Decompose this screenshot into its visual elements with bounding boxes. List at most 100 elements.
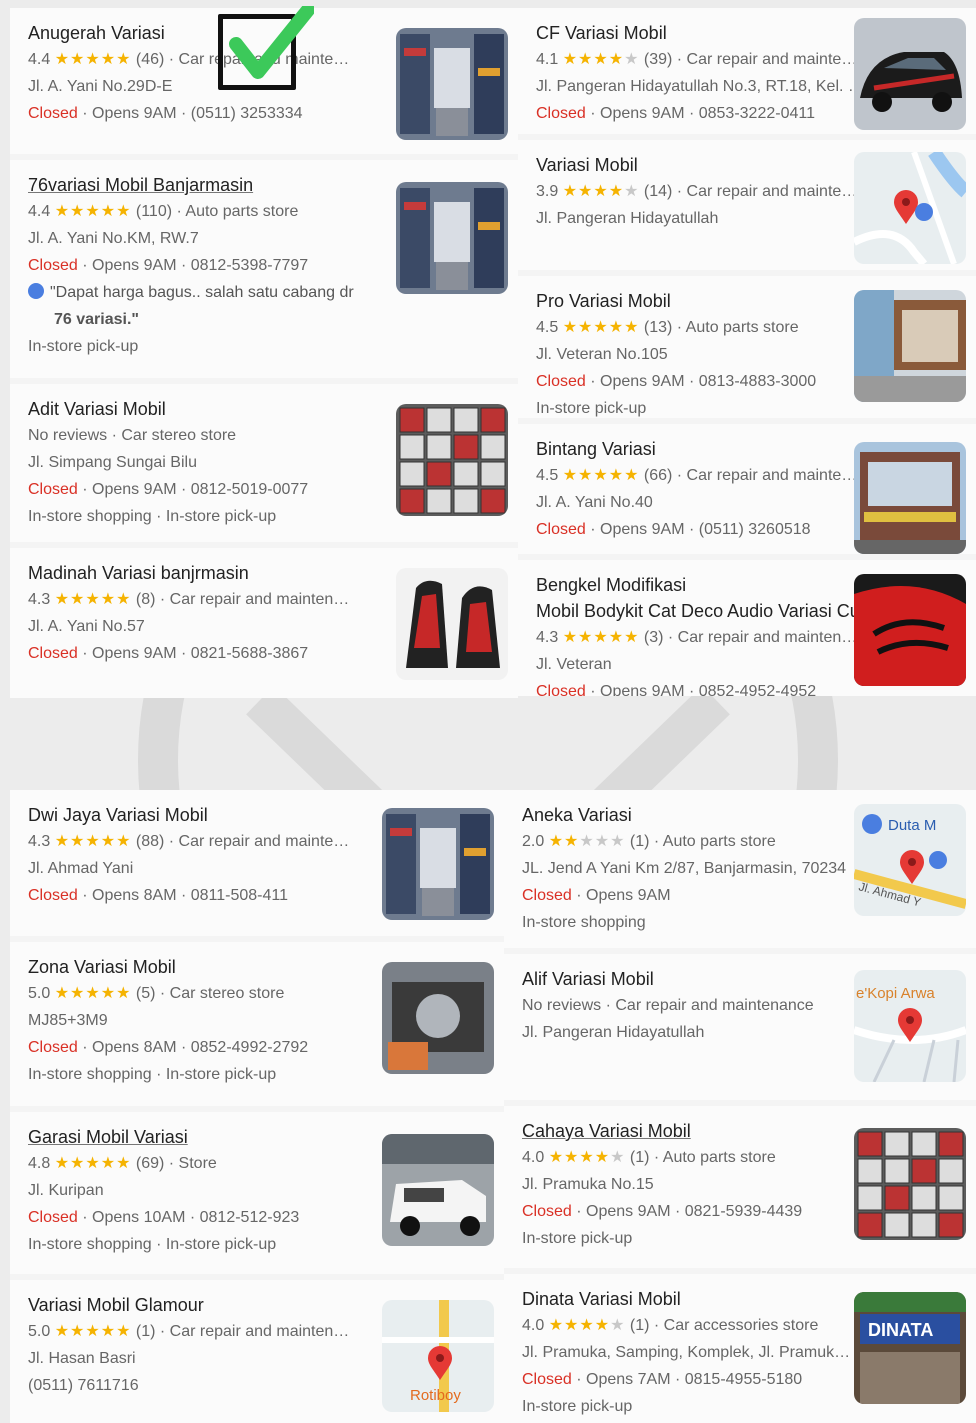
result-name[interactable]: Variasi Mobil [536,152,857,178]
review-count: (46) [135,51,165,68]
result-name[interactable]: Adit Variasi Mobil [28,396,308,422]
rating-stars: ★★★★★ [549,1149,626,1166]
result-name[interactable]: Pro Variasi Mobil [536,288,816,314]
place-photo[interactable] [854,442,966,554]
hours-line: Closed · Opens 8AM · 0811-508-411 [28,882,349,909]
result-card[interactable]: Variasi Mobil 3.9 ★★★★★ (14) · Car repair… [518,140,976,270]
category: Car accessories store [663,1317,819,1334]
result-info: 76variasi Mobil Banjarmasin 4.4 ★★★★★ (11… [28,172,354,360]
review-snippet-bold: 76 variasi." [28,306,354,333]
hours-line: Closed · Opens 7AM · 0815-4955-5180 [522,1366,850,1393]
result-card[interactable]: Aneka Variasi 2.0 ★★★★★ (1) · Auto parts … [504,790,976,948]
separator-dot: · [164,1155,179,1172]
result-name[interactable]: Zona Variasi Mobil [28,954,308,980]
place-photo[interactable] [382,962,494,1074]
place-photo[interactable] [854,1128,966,1240]
status-closed: Closed [536,521,586,538]
result-card[interactable]: Cahaya Variasi Mobil 4.0 ★★★★★ (1) · Auto… [504,1106,976,1268]
star-icon: ★ [624,51,640,68]
star-icon: ★ [608,629,625,646]
place-photo[interactable] [396,568,508,680]
result-card[interactable]: Zona Variasi Mobil 5.0 ★★★★★ (5) · Car st… [10,942,504,1106]
result-card[interactable]: Bintang Variasi 4.5 ★★★★★ (66) · Car repa… [518,424,976,554]
place-photo[interactable] [396,404,508,516]
reviewer-avatar-icon [28,283,44,299]
result-card[interactable]: Alif Variasi Mobil No reviews · Car repai… [504,954,976,1100]
status-closed: Closed [28,1039,78,1056]
place-photo[interactable] [396,28,508,140]
address: MJ85+3M9 [28,1012,108,1029]
result-name[interactable]: Bintang Variasi [536,436,857,462]
result-name-continued[interactable]: Mobil Bodykit Cat Deco Audio Variasi Cu: [536,598,865,624]
star-icon: ★ [54,985,71,1002]
star-icon: ★ [562,467,579,484]
map-thumbnail[interactable]: e'Kopi Arwa [854,970,966,1082]
rating-line: 3.9 ★★★★★ (14) · Car repair and mainte… [536,178,857,205]
category: Auto parts store [185,203,299,220]
review-count: (5) [135,985,156,1002]
hours-line: Closed · Opens 9AM · 0852-4952-4952 [536,678,865,696]
result-name[interactable]: Dinata Variasi Mobil [522,1286,850,1312]
result-name[interactable]: Alif Variasi Mobil [522,966,814,992]
place-photo[interactable] [382,1134,494,1246]
result-card[interactable]: 76variasi Mobil Banjarmasin 4.4 ★★★★★ (11… [10,160,518,378]
star-icon: ★ [100,985,117,1002]
result-card[interactable]: Bengkel Modifikasi Mobil Bodykit Cat Deco… [518,560,976,696]
review-count: No reviews [28,427,108,444]
place-photo[interactable] [382,808,494,920]
star-icon: ★ [624,467,640,484]
category: Car repair and mainte… [686,183,858,200]
place-photo[interactable] [396,182,508,294]
result-card[interactable]: Dinata Variasi Mobil 4.0 ★★★★★ (1) · Car … [504,1274,976,1423]
result-name[interactable]: Garasi Mobil Variasi [28,1124,299,1150]
result-name[interactable]: Aneka Variasi [522,802,846,828]
address: Jl. Pangeran Hidayatullah No.3, RT.18, K… [536,78,864,95]
address: Jl. Pramuka, Samping, Komplek, Jl. Pramu… [522,1344,851,1361]
service-options: In-store shopping · In-store pick-up [28,1236,277,1253]
review-snippet-text: "Dapat harga bagus.. salah satu cabang d… [50,284,354,301]
result-card[interactable]: Adit Variasi Mobil No reviews · Car stere… [10,384,518,542]
result-card[interactable]: Dwi Jaya Variasi Mobil 4.3 ★★★★★ (88) · C… [10,790,504,936]
rating-value: 4.1 [536,51,559,68]
result-info: Zona Variasi Mobil 5.0 ★★★★★ (5) · Car st… [28,954,308,1088]
rating-line: 4.8 ★★★★★ (69) · Store [28,1150,299,1177]
result-name[interactable]: CF Variasi Mobil [536,20,864,46]
place-photo[interactable] [854,18,966,130]
result-card[interactable]: Variasi Mobil Glamour 5.0 ★★★★★ (1) · Car… [10,1280,504,1423]
review-snippet-keyword: 76 variasi." [54,311,139,328]
rating-stars: ★★★★★ [55,985,132,1002]
svg-text:Duta M: Duta M [888,817,936,834]
result-name[interactable]: Dwi Jaya Variasi Mobil [28,802,349,828]
star-icon: ★ [100,591,117,608]
status-closed: Closed [28,1209,78,1226]
result-name[interactable]: Madinah Variasi banjrmasin [28,560,349,586]
result-card[interactable]: Garasi Mobil Variasi 4.8 ★★★★★ (69) · Sto… [10,1112,504,1274]
map-thumbnail[interactable]: Duta M Jl. Ahmad Y [854,804,966,916]
star-icon: ★ [85,51,101,68]
map-thumbnail[interactable]: Rotiboy [382,1300,494,1412]
rating-line: 4.0 ★★★★★ (1) · Auto parts store [522,1144,802,1171]
map-thumbnail[interactable] [854,152,966,264]
place-photo[interactable] [854,574,966,686]
separator-dot: · [571,1371,587,1388]
result-name[interactable]: Cahaya Variasi Mobil [522,1118,802,1144]
rating-value: 5.0 [28,985,51,1002]
service-options: In-store pick-up [28,338,139,355]
star-icon: ★ [593,51,609,68]
review-count: (1) [135,1323,156,1340]
result-name[interactable]: Variasi Mobil Glamour [28,1292,349,1318]
separator-dot: · [672,319,686,336]
result-card[interactable]: Madinah Variasi banjrmasin 4.3 ★★★★★ (8) … [10,548,518,698]
result-card[interactable]: Pro Variasi Mobil 4.5 ★★★★★ (13) · Auto p… [518,276,976,418]
place-photo[interactable] [854,290,966,402]
category: Store [178,1155,217,1172]
result-name[interactable]: 76variasi Mobil Banjarmasin [28,172,354,198]
star-icon: ★ [54,591,71,608]
star-icon: ★ [85,833,101,850]
place-photo[interactable]: DINATA [854,1292,966,1404]
result-card[interactable]: CF Variasi Mobil 4.1 ★★★★★ (39) · Car rep… [518,8,976,134]
star-icon: ★ [70,203,86,220]
star-icon: ★ [70,591,86,608]
result-info: Pro Variasi Mobil 4.5 ★★★★★ (13) · Auto p… [536,288,816,422]
result-name[interactable]: Bengkel Modifikasi [536,572,865,598]
